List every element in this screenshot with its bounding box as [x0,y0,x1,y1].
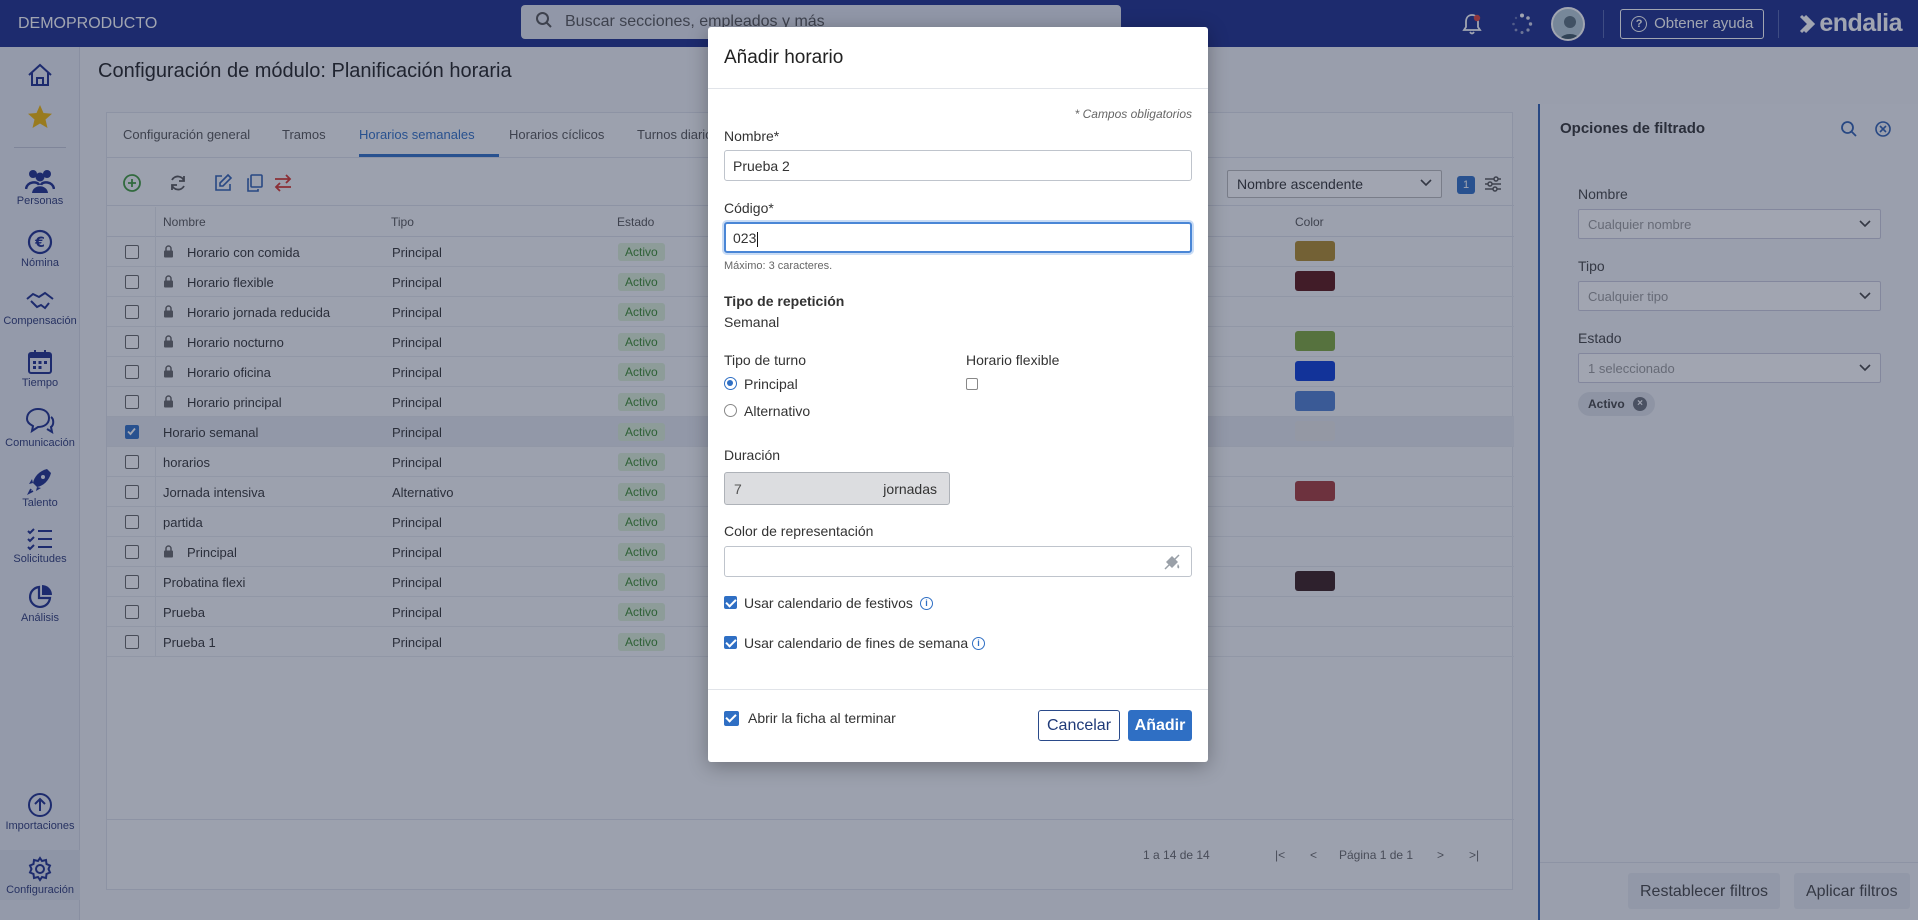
cancel-button[interactable]: Cancelar [1038,710,1120,741]
color-picker[interactable] [724,546,1192,577]
required-fields-note: * Campos obligatorios [1074,107,1192,121]
radio-alternativo-label[interactable]: Alternativo [744,403,810,419]
add-button[interactable]: Añadir [1128,710,1192,741]
duration-input: 7 jornadas [724,472,950,505]
repeat-type-label: Tipo de repetición [724,293,845,309]
repeat-type-value: Semanal [724,314,780,330]
info-icon[interactable]: i [972,637,985,650]
name-label: Nombre* [724,128,780,144]
code-label: Código* [724,200,774,216]
add-schedule-dialog: Añadir horario * Campos obligatorios Nom… [708,27,1208,762]
code-input[interactable]: 023 [724,222,1192,253]
flexible-label: Horario flexible [966,352,1060,368]
dialog-header: Añadir horario [708,27,1208,89]
radio-alternativo[interactable] [724,404,737,417]
name-input[interactable]: Prueba 2 [724,150,1192,181]
code-hint: Máximo: 3 caracteres. [724,260,833,272]
dialog-footer: Abrir la ficha al terminar Cancelar Añad… [708,689,1208,762]
holidays-checkbox[interactable] [724,596,737,609]
open-after-label[interactable]: Abrir la ficha al terminar [748,710,896,726]
code-value: 023 [733,230,757,246]
duration-unit: jornadas [883,481,937,497]
radio-principal[interactable] [724,377,737,390]
text-cursor [757,231,759,247]
weekends-label[interactable]: Usar calendario de fines de semana [744,635,968,651]
info-icon[interactable]: i [920,597,933,610]
duration-value: 7 [734,481,742,497]
paint-bucket-icon[interactable] [1163,553,1181,574]
dialog-title: Añadir horario [724,47,844,68]
open-after-checkbox[interactable] [724,711,739,726]
shift-type-label: Tipo de turno [724,352,806,368]
duration-label: Duración [724,447,781,463]
color-label: Color de representación [724,523,874,539]
holidays-label[interactable]: Usar calendario de festivos [744,595,913,611]
weekends-checkbox[interactable] [724,636,737,649]
radio-principal-label[interactable]: Principal [744,376,798,392]
flexible-checkbox[interactable] [966,378,978,390]
